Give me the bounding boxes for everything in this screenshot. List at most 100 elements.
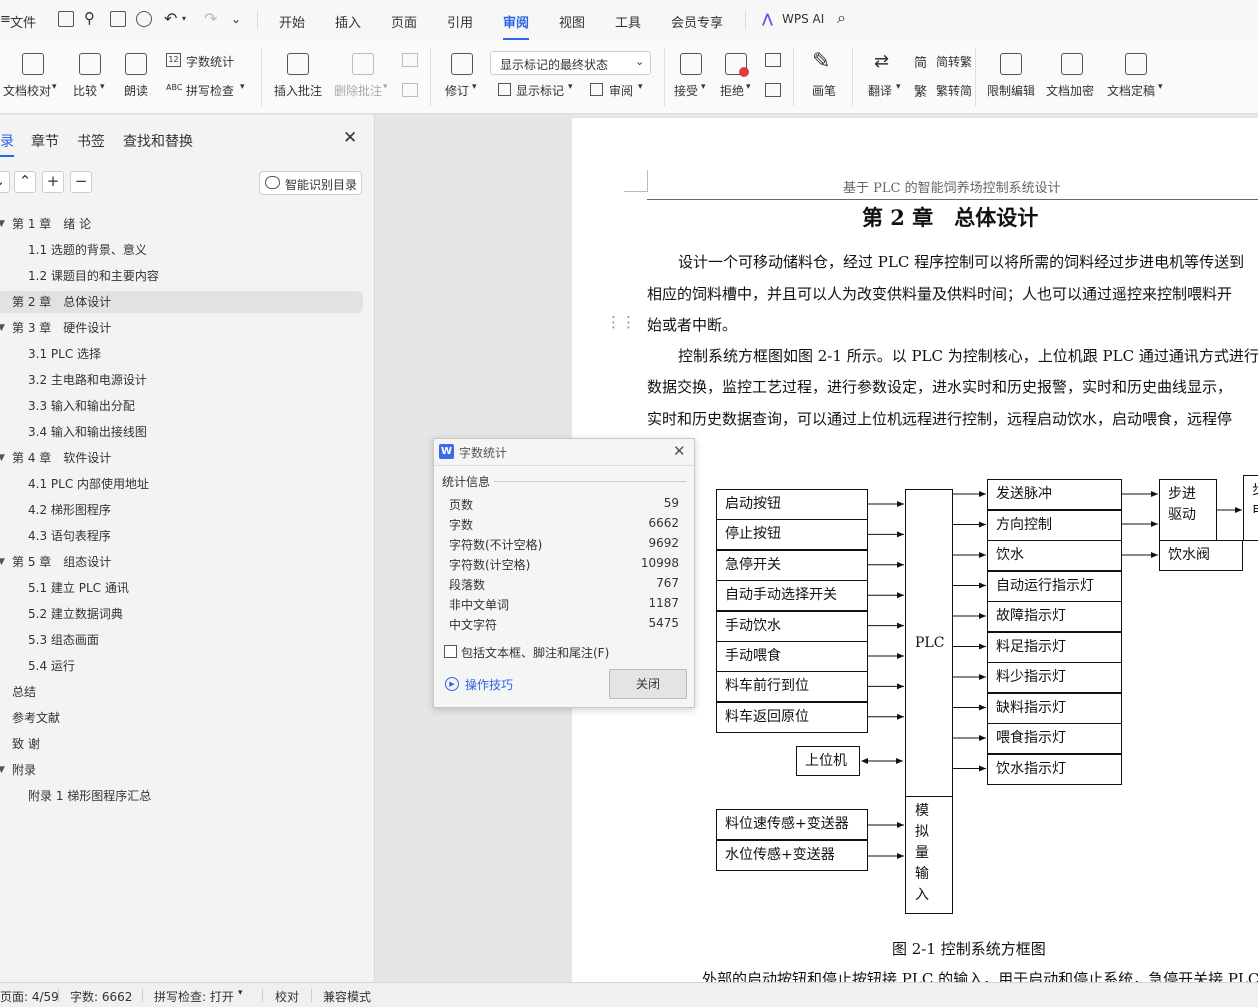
smart-toc-button[interactable]: 智能识别目录 — [259, 171, 362, 195]
toc-item[interactable]: 4.1 PLC 内部使用地址 — [0, 473, 363, 495]
toc-item[interactable]: ▼ 附录 — [0, 759, 363, 781]
more-icon[interactable]: ⌄ — [231, 12, 241, 26]
next-change-icon[interactable] — [765, 83, 781, 97]
toc-item[interactable]: 4.3 语句表程序 — [0, 525, 363, 547]
tab-member[interactable]: 会员专享 — [671, 12, 723, 31]
next-comment-icon[interactable] — [402, 83, 418, 97]
doc-check-button[interactable]: 文档校对 — [3, 82, 51, 99]
print-icon[interactable] — [110, 11, 126, 27]
page-indicator[interactable]: 页面: 4/59 — [0, 988, 59, 1005]
show-markup-dropdown-icon[interactable]: ▾ — [568, 82, 573, 92]
word-count-status[interactable]: 字数: 6662 — [70, 988, 132, 1005]
toc-item[interactable]: 附录 1 梯形图程序汇总 — [0, 785, 363, 807]
toc-item[interactable]: ▼ 第 5 章 组态设计 — [0, 551, 363, 573]
redo-icon[interactable]: ↷ — [204, 9, 217, 28]
translate-dropdown-icon[interactable]: ▾ — [896, 82, 901, 92]
save-icon[interactable] — [58, 11, 74, 27]
tab-page[interactable]: 页面 — [391, 12, 417, 31]
toc-up-button[interactable]: ⌃ — [14, 171, 36, 193]
toc-item[interactable]: 5.2 建立数据词典 — [0, 603, 363, 625]
toc-item[interactable]: 总结 — [0, 681, 363, 703]
dialog-close-icon[interactable]: ✕ — [673, 442, 686, 460]
tips-icon[interactable]: ▶ — [445, 677, 459, 691]
translate-button[interactable]: 翻译 — [868, 82, 892, 99]
tab-references[interactable]: 引用 — [447, 12, 473, 31]
tab-home[interactable]: 开始 — [279, 12, 305, 31]
tips-link[interactable]: 操作技巧 — [465, 676, 513, 693]
tab-tools[interactable]: 工具 — [615, 12, 641, 31]
tab-review[interactable]: 审阅 — [503, 12, 530, 40]
accept-button[interactable]: 接受 — [674, 82, 698, 99]
dialog-close-button[interactable]: 关闭 — [609, 669, 687, 699]
tab-insert[interactable]: 插入 — [335, 12, 361, 31]
proofread-status[interactable]: 校对 — [275, 988, 299, 1005]
trad-to-simp-button[interactable]: 繁转简 — [936, 82, 972, 99]
revise-button[interactable]: 修订 — [445, 82, 469, 99]
prev-change-icon[interactable] — [765, 53, 781, 67]
toc-add-button[interactable]: + — [42, 171, 64, 193]
compare-button[interactable]: 比较 — [73, 82, 97, 99]
undo-dropdown-icon[interactable]: ▾ — [182, 14, 186, 23]
collapse-arrow-icon[interactable]: ▼ — [0, 447, 5, 469]
prev-comment-icon[interactable] — [402, 53, 418, 67]
spell-check-status[interactable]: 拼写检查: 打开 — [154, 988, 234, 1005]
toc-item[interactable]: ▼ 第 1 章 绪 论 — [0, 213, 363, 235]
wps-ai-button[interactable]: WPS AI — [782, 12, 824, 26]
spell-check-button[interactable]: 拼写检查 — [186, 82, 234, 99]
word-count-button[interactable]: 字数统计 — [186, 53, 234, 70]
search-icon[interactable]: ⌕ — [837, 8, 846, 28]
toc-item[interactable]: 3.4 输入和输出接线图 — [0, 421, 363, 443]
review-pane-button[interactable]: 审阅 — [609, 82, 633, 99]
accept-dropdown-icon[interactable]: ▾ — [701, 82, 706, 92]
delete-comment-button[interactable]: 删除批注 — [334, 82, 382, 99]
tab-toc[interactable]: 录 — [0, 131, 14, 151]
toc-item[interactable]: 1.1 选题的背景、意义 — [0, 239, 363, 261]
toc-item[interactable]: 第 2 章 总体设计 — [0, 291, 363, 313]
tab-find-replace[interactable]: 查找和替换 — [123, 131, 193, 151]
delete-comment-dropdown-icon[interactable]: ▾ — [383, 82, 388, 92]
collapse-arrow-icon[interactable]: ▼ — [0, 317, 5, 339]
tab-bookmarks[interactable]: 书签 — [77, 131, 105, 151]
spell-check-dropdown-icon[interactable]: ▾ — [240, 82, 245, 92]
restrict-edit-button[interactable]: 限制编辑 — [987, 82, 1035, 99]
ink-button[interactable]: 画笔 — [812, 82, 836, 99]
toc-item[interactable]: 3.2 主电路和电源设计 — [0, 369, 363, 391]
spell-check-status-dropdown-icon[interactable]: ▾ — [238, 988, 243, 998]
doc-check-dropdown-icon[interactable]: ▾ — [52, 82, 57, 92]
toc-item[interactable]: 致 谢 — [0, 733, 363, 755]
print-preview-icon[interactable] — [136, 11, 152, 27]
close-icon[interactable]: ✕ — [343, 128, 357, 148]
revise-dropdown-icon[interactable]: ▾ — [472, 82, 477, 92]
collapse-arrow-icon[interactable]: ▼ — [0, 759, 5, 781]
tab-view[interactable]: 视图 — [559, 12, 585, 31]
simp-to-trad-button[interactable]: 简转繁 — [936, 53, 972, 70]
toc-item[interactable]: 1.2 课题目的和主要内容 — [0, 265, 363, 287]
file-menu[interactable]: 文件 — [10, 12, 36, 31]
toc-item[interactable]: 5.1 建立 PLC 通讯 — [0, 577, 363, 599]
toc-item[interactable]: ▼ 第 3 章 硬件设计 — [0, 317, 363, 339]
show-markup-button[interactable]: 显示标记 — [516, 82, 564, 99]
doc-encrypt-button[interactable]: 文档加密 — [1046, 82, 1094, 99]
toc-item[interactable]: 3.3 输入和输出分配 — [0, 395, 363, 417]
insert-comment-button[interactable]: 插入批注 — [274, 82, 322, 99]
toc-item[interactable]: 3.1 PLC 选择 — [0, 343, 363, 365]
toc-item[interactable]: 参考文献 — [0, 707, 363, 729]
review-pane-dropdown-icon[interactable]: ▾ — [638, 82, 643, 92]
reject-dropdown-icon[interactable]: ▾ — [746, 82, 751, 92]
compare-dropdown-icon[interactable]: ▾ — [100, 82, 105, 92]
toc-remove-button[interactable]: − — [70, 171, 92, 193]
collapse-arrow-icon[interactable]: ▼ — [0, 551, 5, 573]
collapse-arrow-icon[interactable]: ▼ — [0, 213, 5, 235]
toc-item[interactable]: 4.2 梯形图程序 — [0, 499, 363, 521]
toc-item[interactable]: 5.3 组态画面 — [0, 629, 363, 651]
tab-chapters[interactable]: 章节 — [31, 131, 59, 151]
markup-state-select[interactable]: 显示标记的最终状态 ⌄ — [490, 51, 651, 75]
doc-finalize-dropdown-icon[interactable]: ▾ — [1158, 82, 1163, 92]
include-textbox-label[interactable]: 包括文本框、脚注和尾注(F) — [461, 644, 609, 661]
toc-item[interactable]: 5.4 运行 — [0, 655, 363, 677]
toc-down-button[interactable]: ⌄ — [0, 171, 10, 193]
undo-icon[interactable]: ↶ — [164, 9, 177, 28]
share-icon[interactable]: ⚲ — [84, 9, 95, 27]
read-aloud-button[interactable]: 朗读 — [124, 82, 148, 99]
toc-item[interactable]: ▼ 第 4 章 软件设计 — [0, 447, 363, 469]
